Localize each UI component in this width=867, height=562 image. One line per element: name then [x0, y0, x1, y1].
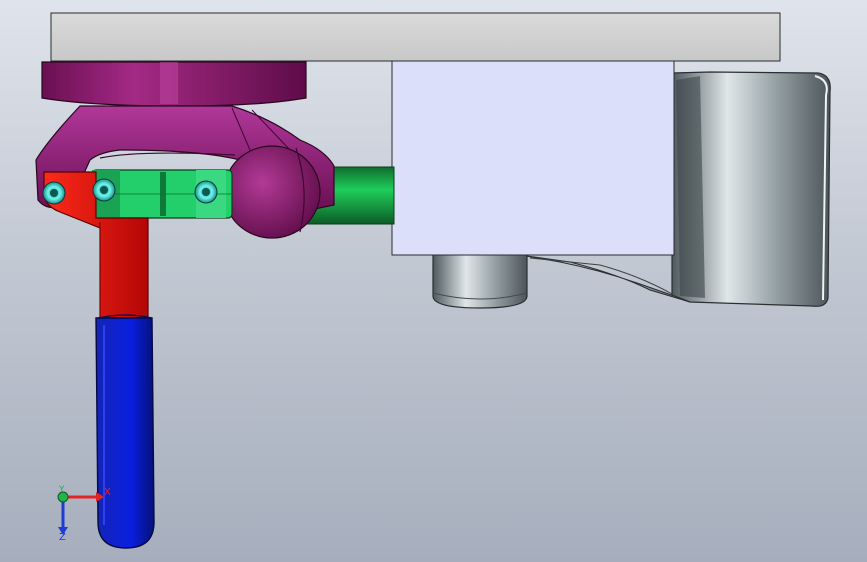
pivot-pin-middle[interactable] [92, 178, 116, 202]
graphics-viewport[interactable]: X Y Z [0, 0, 867, 562]
cad-model-scene[interactable] [0, 0, 867, 562]
handle-grip[interactable] [95, 314, 155, 549]
pivot-pin-right[interactable] [194, 180, 218, 204]
mounting-block[interactable] [391, 60, 675, 256]
top-plate[interactable] [50, 12, 781, 62]
triad-x-label: X [104, 487, 111, 498]
triad-y-label: Y [59, 485, 65, 495]
spindle-knob[interactable] [223, 145, 321, 239]
triad-z-label: Z [59, 532, 66, 543]
pivot-pin-left[interactable] [42, 181, 66, 205]
guide-cylinder[interactable] [432, 249, 528, 309]
coordinate-triad [57, 491, 104, 535]
